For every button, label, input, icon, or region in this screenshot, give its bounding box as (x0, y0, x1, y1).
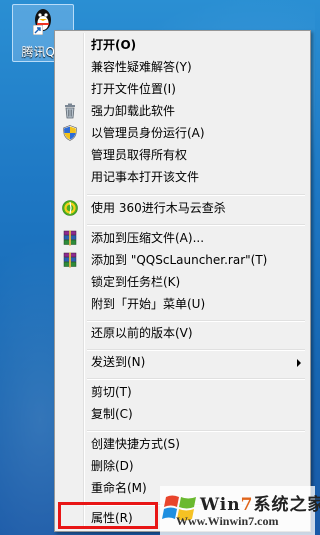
watermark-brand-prefix: Win (200, 495, 241, 515)
menu-separator (87, 349, 305, 351)
menu-item-label: 复制(C) (91, 407, 133, 421)
menu-item-delete[interactable]: 删除(D) (57, 456, 307, 477)
menu-item-pin-to-taskbar[interactable]: 锁定到任务栏(K) (57, 272, 307, 293)
watermark-brand: Win7系统之家 (200, 490, 320, 515)
menu-item-label: 添加到压缩文件(A)... (91, 231, 205, 245)
menu-item-label: 附到「开始」菜单(U) (91, 297, 206, 311)
menu-item-label: 用记事本打开该文件 (91, 170, 200, 184)
trash-icon (65, 103, 75, 119)
menu-item-label: 发送到(N) (91, 355, 146, 369)
context-menu: 打开(O) 兼容性疑难解答(Y) 打开文件位置(I) 强力卸载此软件 以管理员身… (54, 30, 311, 532)
menu-item-send-to[interactable]: 发送到(N) (57, 352, 307, 373)
menu-item-pin-to-start[interactable]: 附到「开始」菜单(U) (57, 294, 307, 315)
menu-separator (87, 194, 305, 196)
menu-item-label: 兼容性疑难解答(Y) (91, 60, 192, 74)
menu-item-label: 打开文件位置(I) (91, 82, 176, 96)
menu-item-troubleshoot-compatibility[interactable]: 兼容性疑难解答(Y) (57, 57, 307, 78)
watermark: Win7系统之家 Www.Winwin7.com (160, 486, 320, 535)
menu-item-label: 还原以前的版本(V) (91, 326, 193, 340)
menu-item-restore-previous-versions[interactable]: 还原以前的版本(V) (57, 323, 307, 344)
menu-item-label: 添加到 "QQScLauncher.rar"(T) (91, 253, 268, 267)
menu-item-cut[interactable]: 剪切(T) (57, 382, 307, 403)
watermark-url: Www.Winwin7.com (176, 514, 279, 528)
menu-item-run-as-admin[interactable]: 以管理员身份运行(A) (57, 123, 307, 144)
shortcut-arrow-icon (33, 25, 43, 35)
360-icon (62, 200, 78, 216)
menu-separator (87, 430, 305, 432)
winrar-icon (63, 230, 77, 246)
menu-item-label: 剪切(T) (91, 385, 132, 399)
menu-item-label: 重命名(M) (91, 481, 147, 495)
menu-separator (87, 320, 305, 322)
menu-item-label: 管理员取得所有权 (91, 148, 188, 162)
menu-item-add-to-archive[interactable]: 添加到压缩文件(A)... (57, 228, 307, 249)
menu-item-label: 创建快捷方式(S) (91, 437, 180, 451)
menu-item-label: 以管理员身份运行(A) (91, 126, 205, 140)
menu-separator (87, 378, 305, 380)
menu-item-label: 锁定到任务栏(K) (91, 275, 181, 289)
watermark-brand-number: 7 (240, 495, 254, 515)
menu-item-open-with-notepad[interactable]: 用记事本打开该文件 (57, 167, 307, 188)
winrar-icon (63, 252, 77, 268)
menu-item-create-shortcut[interactable]: 创建快捷方式(S) (57, 434, 307, 455)
menu-item-open[interactable]: 打开(O) (57, 35, 307, 56)
menu-item-label: 删除(D) (91, 459, 134, 473)
menu-separator (87, 224, 305, 226)
menu-item-label: 强力卸载此软件 (91, 104, 176, 118)
menu-item-label: 使用 360进行木马云查杀 (91, 201, 226, 215)
menu-item-add-to-named-rar[interactable]: 添加到 "QQScLauncher.rar"(T) (57, 250, 307, 271)
submenu-arrow-icon (297, 359, 301, 367)
watermark-brand-suffix: 系统之家 (253, 495, 320, 515)
menu-item-force-uninstall[interactable]: 强力卸载此软件 (57, 101, 307, 122)
uac-shield-icon (63, 125, 77, 141)
menu-item-label: 打开(O) (91, 38, 137, 52)
properties-highlight-box (58, 502, 158, 529)
menu-item-copy[interactable]: 复制(C) (57, 404, 307, 425)
menu-item-360-scan[interactable]: 使用 360进行木马云查杀 (57, 198, 307, 219)
menu-item-open-file-location[interactable]: 打开文件位置(I) (57, 79, 307, 100)
menu-item-take-ownership[interactable]: 管理员取得所有权 (57, 145, 307, 166)
